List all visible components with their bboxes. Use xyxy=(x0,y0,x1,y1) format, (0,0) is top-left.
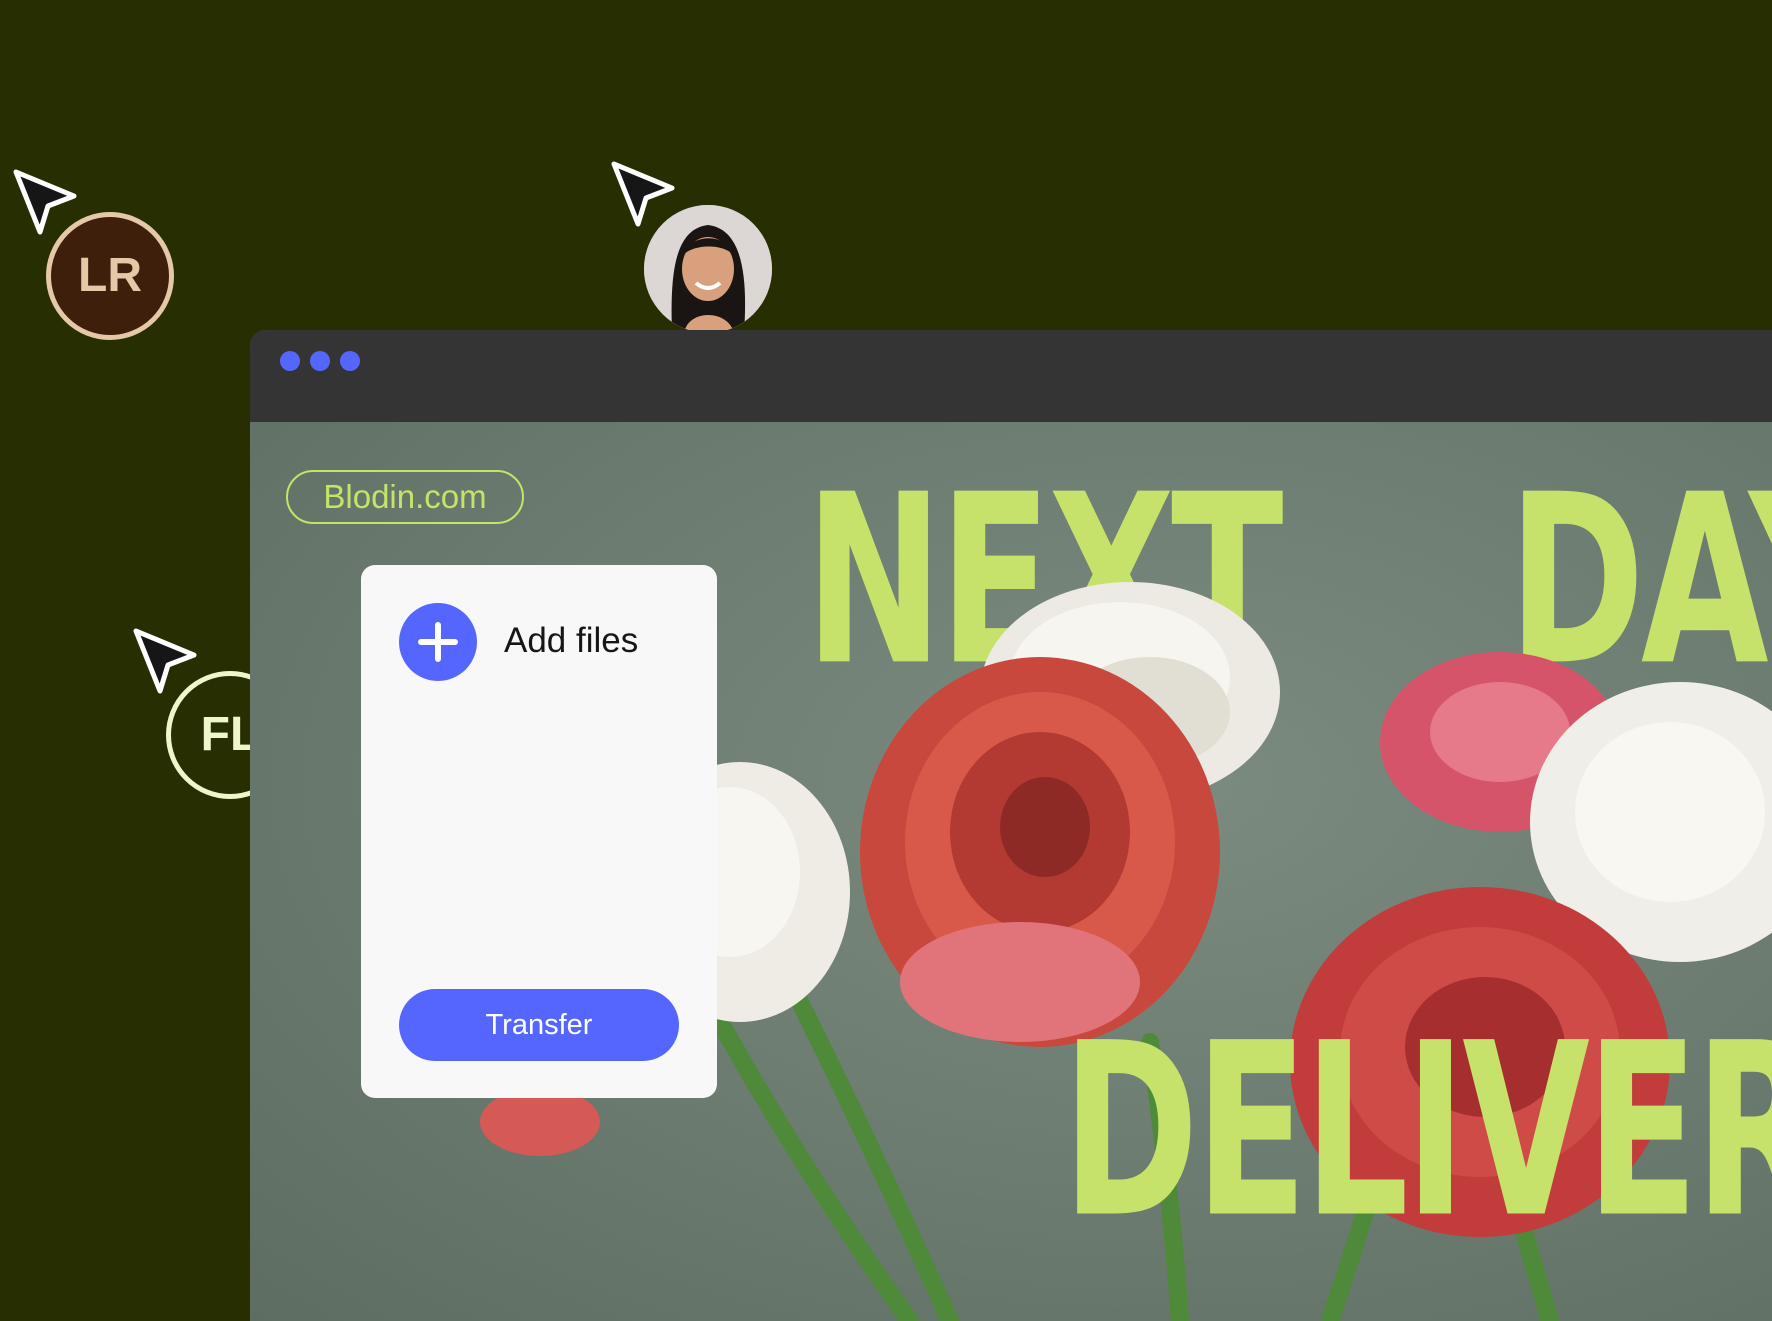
browser-window: NEXT DAY xyxy=(250,330,1772,1321)
page-viewport: NEXT DAY xyxy=(250,422,1772,1321)
headline-delivery: DELIVERY xyxy=(1062,991,1772,1271)
window-control-dot[interactable] xyxy=(280,351,300,371)
transfer-button[interactable]: Transfer xyxy=(399,989,679,1061)
avatar-photo[interactable] xyxy=(644,205,772,333)
person-portrait-icon xyxy=(644,205,772,333)
site-url-pill[interactable]: Blodin.com xyxy=(286,470,524,524)
browser-titlebar xyxy=(250,330,1772,422)
window-control-dot[interactable] xyxy=(310,351,330,371)
upload-panel: Add files Transfer xyxy=(361,565,717,1098)
avatar-lr[interactable]: LR xyxy=(46,212,174,340)
add-files-button[interactable] xyxy=(399,603,477,681)
window-control-dot[interactable] xyxy=(340,351,360,371)
plus-icon xyxy=(418,622,458,662)
add-files-label[interactable]: Add files xyxy=(504,621,638,661)
